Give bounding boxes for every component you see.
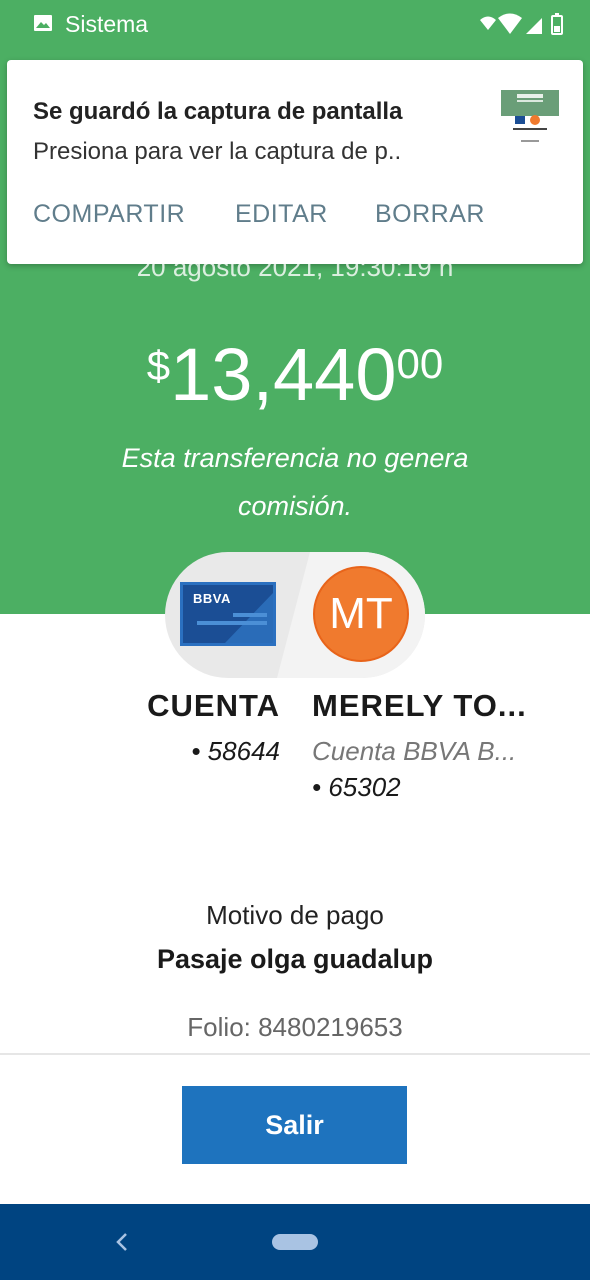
to-account-bank: Cuenta BBVA B... (312, 736, 517, 766)
delete-action[interactable]: BORRAR (375, 200, 485, 229)
notification-text: Presiona para ver la captura de p.. (33, 138, 402, 165)
battery-icon (551, 13, 563, 35)
notification-title: Se guardó la captura de pantalla (33, 98, 403, 125)
avatar-initials: MT (329, 589, 393, 638)
image-icon (34, 15, 52, 31)
back-icon[interactable] (108, 1224, 138, 1260)
amount-decimal: 00 (396, 340, 444, 387)
transfer-date: 20 agosto 2021, 19:30:19 h (136, 252, 454, 282)
to-account-name: MERELY TO... (312, 688, 527, 723)
signal-icon (526, 18, 542, 34)
edit-action[interactable]: EDITAR (235, 200, 328, 229)
recipient-avatar: MT (313, 566, 409, 662)
system-nav-bar (0, 1204, 590, 1280)
amount-currency: $ (146, 342, 171, 389)
bbva-card-icon: BBVA (180, 582, 276, 646)
wifi-icon (480, 16, 496, 30)
commission-note: Esta transferencia no genera comisión. (121, 443, 469, 521)
share-action[interactable]: COMPARTIR (33, 200, 185, 229)
card-stripes (197, 593, 273, 643)
payment-reason-value: Pasaje olga guadalup (156, 944, 434, 974)
screenshot-notification[interactable]: Se guardó la captura de pantalla Presion… (7, 60, 583, 264)
exit-button[interactable]: Salir (182, 1086, 407, 1164)
screenshot-thumbnail[interactable] (501, 90, 559, 152)
folio-number: Folio: 8480219653 (187, 1012, 403, 1042)
status-bar-title: Sistema (65, 11, 149, 37)
wifi-icon-main (498, 13, 522, 34)
from-account-number: • 58644 (191, 736, 280, 766)
to-account-number: • 65302 (312, 772, 401, 802)
from-account-name: CUENTA (147, 688, 280, 723)
status-bar: Sistema (0, 0, 590, 48)
footer-divider (0, 1053, 590, 1055)
status-icons (480, 13, 563, 35)
transfer-amount: $13,44000 (0, 332, 590, 417)
payment-reason-label: Motivo de pago (206, 900, 384, 930)
amount-integer: 13,440 (170, 333, 397, 416)
home-pill-icon[interactable] (272, 1234, 318, 1250)
